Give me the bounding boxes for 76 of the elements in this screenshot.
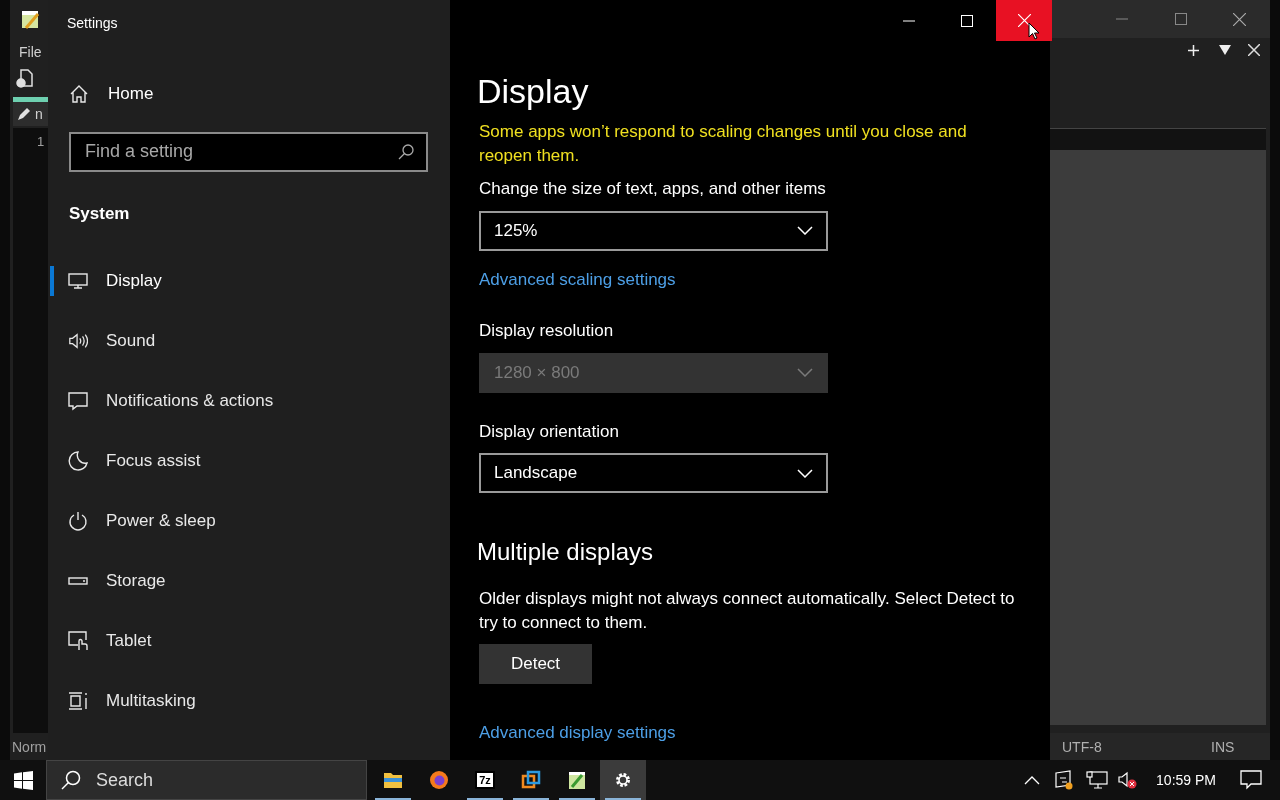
- archiver-icon: 7z: [475, 771, 495, 789]
- monitor-icon: [68, 272, 88, 290]
- tablet-icon: [68, 631, 88, 651]
- warning-text: Some apps won’t respond to scaling changes until you close and reopen them.: [479, 121, 968, 167]
- section-heading: System: [69, 202, 131, 225]
- notepad-icon: [20, 8, 40, 30]
- notepad-icon: [568, 770, 586, 790]
- taskbar-app[interactable]: 7z: [462, 760, 508, 800]
- nav-item[interactable]: Tablet: [48, 611, 450, 671]
- nav-item[interactable]: Sound: [48, 311, 450, 371]
- speaker-icon: [68, 332, 88, 350]
- chevron-down-icon: [797, 226, 813, 235]
- message-icon: [68, 391, 88, 411]
- chevron-up-icon[interactable]: [1024, 775, 1041, 785]
- scaling-link[interactable]: Advanced scaling settings: [479, 266, 676, 292]
- home-nav-item[interactable]: Home: [70, 81, 450, 107]
- nav-item[interactable]: Multitasking: [48, 671, 450, 731]
- dropdown[interactable]: Landscape: [479, 453, 828, 493]
- selection-indicator: [50, 266, 54, 296]
- clock-time[interactable]: 10:59 PM: [1156, 769, 1216, 791]
- sync-app-icon[interactable]: [1054, 770, 1075, 790]
- folder-icon: [383, 771, 403, 789]
- running-indicator: [467, 798, 503, 800]
- search-icon: [398, 143, 414, 160]
- running-indicator: [559, 798, 595, 800]
- close-button[interactable]: [996, 0, 1052, 41]
- muted-speaker-icon[interactable]: [1118, 771, 1139, 789]
- browser-icon: [429, 770, 449, 790]
- add-icon[interactable]: [1188, 45, 1199, 56]
- drive-icon: [68, 577, 88, 585]
- encoding-status: UTF-8: [1062, 738, 1102, 757]
- dropdown[interactable]: 125%: [479, 210, 828, 251]
- taskbar-app[interactable]: [600, 760, 646, 800]
- page-title: Display: [477, 71, 589, 112]
- settings-icon: [614, 771, 632, 789]
- nav-item[interactable]: Storage: [48, 551, 450, 611]
- close-icon: [1017, 14, 1031, 27]
- new-file-icon[interactable]: [16, 68, 34, 88]
- nav-item[interactable]: Display: [48, 251, 450, 311]
- windows-logo-icon: [13, 770, 33, 790]
- power-icon: [68, 511, 88, 531]
- pencil-icon: [17, 107, 31, 121]
- nav-item[interactable]: Power & sleep: [48, 491, 450, 551]
- taskbar-search-field[interactable]: Search: [46, 760, 367, 800]
- notification-icon[interactable]: [1240, 770, 1262, 790]
- home-icon: [70, 84, 88, 103]
- display-settings-link[interactable]: Advanced display settings: [479, 720, 676, 746]
- description-text: Older displays might not always connect automatically. Select Detect to try to connect to them.: [479, 588, 1016, 634]
- overlapping-squares-icon: [521, 770, 541, 790]
- nav-item[interactable]: Focus assist: [48, 431, 450, 491]
- chevron-down-icon: [797, 468, 813, 478]
- close-icon[interactable]: [1233, 13, 1246, 26]
- document-tab[interactable]: n: [13, 102, 48, 126]
- nav-item[interactable]: Notifications & actions: [48, 371, 450, 431]
- settings-search-field[interactable]: Find a setting: [69, 131, 428, 172]
- menu-item[interactable]: File: [19, 42, 42, 63]
- line-number: 1: [37, 133, 45, 151]
- status-text: Norm: [12, 738, 47, 757]
- insert-mode-status: INS: [1211, 738, 1235, 757]
- section-heading: Multiple displays: [477, 537, 654, 567]
- field-label: Display resolution: [479, 320, 614, 342]
- running-indicator: [513, 798, 549, 800]
- moon-icon: [68, 451, 88, 471]
- field-label: Display orientation: [479, 420, 619, 443]
- window-title: Settings: [67, 14, 119, 33]
- detect-button[interactable]: Detect: [479, 644, 592, 684]
- search-icon: [61, 770, 81, 790]
- dropdown-triangle-icon[interactable]: [1219, 45, 1231, 55]
- running-indicator: [375, 798, 411, 800]
- running-indicator: [605, 798, 641, 800]
- mouse-cursor-icon: [1028, 22, 1039, 40]
- network-icon[interactable]: [1086, 771, 1109, 789]
- chevron-down-icon: [797, 368, 813, 377]
- tab-indicator: [13, 97, 48, 102]
- multitasking-icon: [68, 691, 88, 711]
- field-label: Change the size of text, apps, and other items: [479, 178, 826, 200]
